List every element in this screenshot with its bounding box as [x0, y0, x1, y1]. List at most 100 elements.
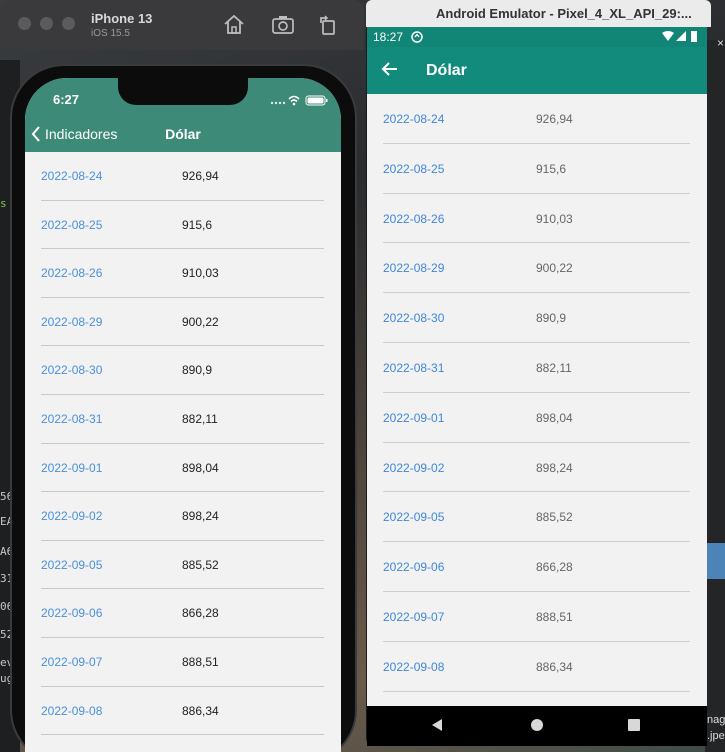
- rotate-icon[interactable]: [316, 13, 340, 37]
- rate-value: 915,6: [536, 161, 567, 176]
- rate-date: 2022-08-31: [41, 411, 103, 426]
- list-item[interactable]: 2022-09-05 885,52: [383, 492, 690, 543]
- rate-value: 866,28: [536, 560, 573, 575]
- nav-home-icon[interactable]: [530, 718, 544, 732]
- list-item[interactable]: 2022-09-01 898,04: [41, 444, 324, 493]
- android-window-title: Android Emulator - Pixel_4_XL_API_29:...: [436, 6, 692, 21]
- rate-value: 890,9: [536, 311, 567, 326]
- home-icon[interactable]: [222, 13, 246, 37]
- rate-value: 888,51: [182, 654, 219, 669]
- rate-value: 888,51: [536, 609, 573, 624]
- list-item[interactable]: 2022-08-30 890,9: [383, 293, 690, 343]
- rate-value: 910,03: [182, 266, 219, 281]
- android-app-bar: Dólar: [367, 47, 707, 94]
- list-item[interactable]: 2022-08-29 900,22: [41, 298, 324, 347]
- rate-value: 886,34: [182, 703, 219, 718]
- list-item[interactable]: 2022-09-08 886,34: [41, 687, 324, 736]
- desktop-file-label: .jpe: [707, 730, 725, 742]
- signal-icon: [676, 31, 686, 41]
- list-item[interactable]: 2022-08-25 915,6: [383, 144, 690, 194]
- android-page-title: Dólar: [426, 62, 467, 79]
- signal-icon: [270, 101, 286, 105]
- rate-date: 2022-09-06: [41, 606, 103, 621]
- ios-status-time: 6:27: [53, 92, 80, 107]
- rate-value: 900,22: [182, 314, 219, 329]
- rate-value: 866,28: [182, 606, 219, 621]
- list-item[interactable]: 2022-09-05 885,52: [41, 541, 324, 590]
- rate-date: 2022-09-02: [41, 509, 103, 524]
- window-close-button[interactable]: [18, 17, 31, 30]
- list-item[interactable]: 2022-09-02 898,24: [383, 443, 690, 493]
- wifi-icon: [662, 31, 674, 41]
- rate-value: 926,94: [182, 169, 219, 183]
- rate-value: 898,24: [536, 460, 573, 475]
- list-item[interactable]: 2022-08-31 882,11: [383, 343, 690, 393]
- rate-value: 885,52: [536, 510, 573, 525]
- rate-value: 900,22: [536, 261, 573, 276]
- simulator-toolbar: iPhone 13 iOS 15.5: [0, 0, 364, 50]
- android-status-icons: [662, 31, 697, 42]
- window-zoom-button[interactable]: [62, 17, 75, 30]
- ios-screen: 6:27 Indicadores Dólar 2022-08-24 926,94…: [25, 78, 341, 752]
- rate-value: 882,11: [182, 411, 218, 426]
- rate-date: 2022-08-26: [41, 266, 103, 281]
- rate-date: 2022-09-07: [383, 609, 445, 624]
- list-item[interactable]: 2022-08-29 900,22: [383, 243, 690, 294]
- list-item[interactable]: 2022-09-08 886,34: [383, 642, 690, 692]
- rate-value: 926,94: [536, 112, 573, 126]
- ios-status-icons: [270, 95, 328, 106]
- rate-value: 890,9: [182, 363, 213, 378]
- rate-value: 898,24: [182, 509, 219, 524]
- rate-date: 2022-09-08: [41, 703, 103, 718]
- ios-page-title: Dólar: [165, 126, 201, 142]
- android-status-time: 18:27: [373, 30, 404, 44]
- screenshot-icon[interactable]: [271, 13, 295, 37]
- list-item[interactable]: 2022-08-26 910,03: [383, 194, 690, 244]
- android-content: 2022-08-24 926,94 2022-08-25 915,6 2022-08…: [367, 94, 707, 706]
- list-item[interactable]: 2022-08-31 882,11: [41, 395, 324, 444]
- android-navigation-bar: [367, 706, 707, 746]
- simulator-device-name: iPhone 13: [91, 11, 153, 26]
- list-item[interactable]: 2022-09-01 898,04: [383, 393, 690, 443]
- rate-date: 2022-09-08: [383, 659, 445, 674]
- nav-recents-icon[interactable]: [627, 718, 641, 732]
- rate-date: 2022-09-06: [383, 560, 445, 575]
- list-item[interactable]: 2022-08-26 910,03: [41, 249, 324, 298]
- rate-date: 2022-08-29: [41, 314, 103, 329]
- rate-date: 2022-09-05: [383, 510, 445, 525]
- rate-date: 2022-09-01: [41, 460, 103, 475]
- list-item[interactable]: 2022-08-25 915,6: [41, 201, 324, 250]
- list-item[interactable]: 2022-08-24 926,94: [41, 152, 324, 201]
- list-item[interactable]: 2022-09-07 888,51: [383, 592, 690, 642]
- rate-date: 2022-08-25: [383, 161, 445, 176]
- rate-value: 886,34: [536, 659, 573, 674]
- rate-date: 2022-09-05: [41, 557, 103, 572]
- desktop-right-strip: nag .jpe: [705, 40, 725, 752]
- close-icon[interactable]: ×: [717, 36, 724, 50]
- list-item[interactable]: 2022-08-30 890,9: [41, 346, 324, 395]
- rate-date: 2022-08-24: [383, 112, 445, 126]
- battery-icon: [691, 31, 697, 42]
- rate-value: 915,6: [182, 217, 213, 232]
- list-item[interactable]: 2022-09-06 866,28: [41, 589, 324, 638]
- list-item[interactable]: 2022-08-24 926,94: [383, 94, 690, 144]
- android-status-bar: 18:27: [367, 27, 707, 47]
- rate-value: 882,11: [536, 360, 572, 375]
- nav-back-icon[interactable]: [430, 718, 444, 732]
- arrow-back-icon[interactable]: [381, 60, 399, 78]
- rate-date: 2022-09-01: [383, 410, 445, 425]
- list-item[interactable]: 2022-09-06 866,28: [383, 542, 690, 592]
- rate-date: 2022-08-31: [383, 360, 445, 375]
- window-minimize-button[interactable]: [40, 17, 53, 30]
- rate-date: 2022-08-26: [383, 211, 445, 226]
- desktop-text-snippet: s: [0, 197, 7, 210]
- rate-date: 2022-09-02: [383, 460, 445, 475]
- wifi-icon: [288, 95, 300, 106]
- iphone-notch: [118, 78, 248, 105]
- list-item[interactable]: 2022-09-02 898,24: [41, 492, 324, 541]
- desktop-file-label: nag: [707, 714, 725, 726]
- rate-date: 2022-08-24: [41, 169, 103, 183]
- desktop-selection: [705, 543, 725, 579]
- ios-navigation-bar: 6:27 Indicadores Dólar: [25, 78, 341, 152]
- list-item[interactable]: 2022-09-07 888,51: [41, 638, 324, 687]
